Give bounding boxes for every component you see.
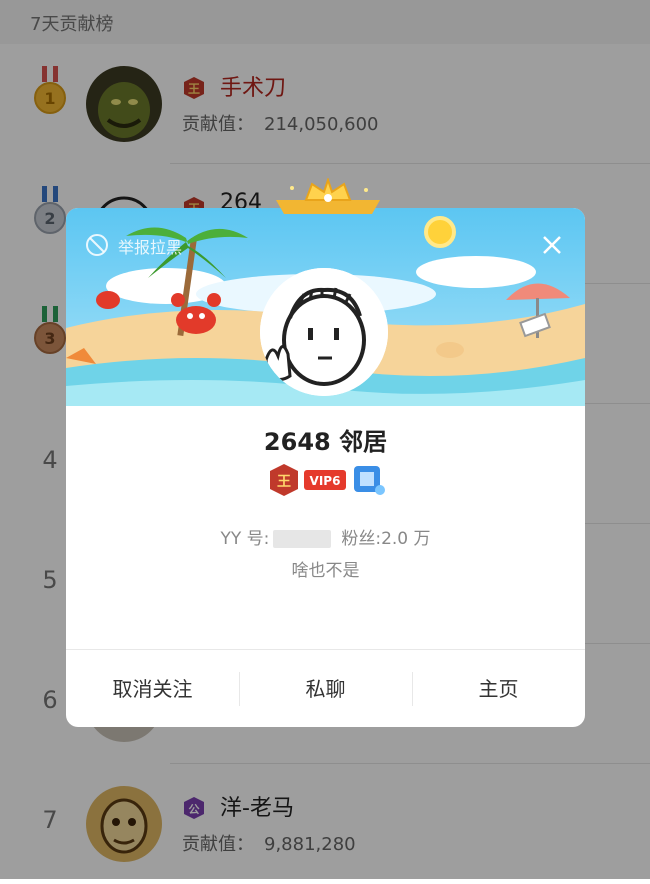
yy-id-redacted	[273, 530, 332, 548]
yy-id-label: YY 号:	[220, 529, 270, 549]
king-badge-icon: 王	[270, 464, 298, 496]
profile-badges: 王 VIP6	[270, 464, 385, 496]
profile-avatar[interactable]	[260, 268, 388, 396]
close-icon[interactable]	[539, 232, 565, 258]
unfollow-button[interactable]: 取消关注	[66, 650, 239, 728]
profile-name: 2648 邻居	[263, 428, 388, 456]
report-block-label: 举报拉黑	[118, 238, 183, 257]
svg-text:王: 王	[277, 474, 291, 490]
user-card-modal: 举报拉黑 2648 邻居 王 VIP6 YY 号: 粉丝:2.0 万 啥也不是 …	[66, 178, 585, 728]
action-bar: 取消关注 私聊 主页	[66, 649, 585, 728]
profile-info: YY 号: 粉丝:2.0 万	[66, 524, 585, 549]
private-chat-button[interactable]: 私聊	[239, 650, 412, 728]
block-icon	[86, 234, 108, 256]
svg-text:VIP6: VIP6	[310, 474, 341, 488]
fans-count: 粉丝:2.0 万	[341, 529, 431, 549]
crown-icon	[276, 178, 380, 214]
level-badge-icon	[354, 466, 385, 495]
vip-badge-icon: VIP6	[304, 470, 346, 490]
profile-signature: 啥也不是	[291, 561, 360, 581]
report-block-button[interactable]: 举报拉黑	[84, 232, 182, 257]
homepage-button[interactable]: 主页	[412, 650, 585, 728]
